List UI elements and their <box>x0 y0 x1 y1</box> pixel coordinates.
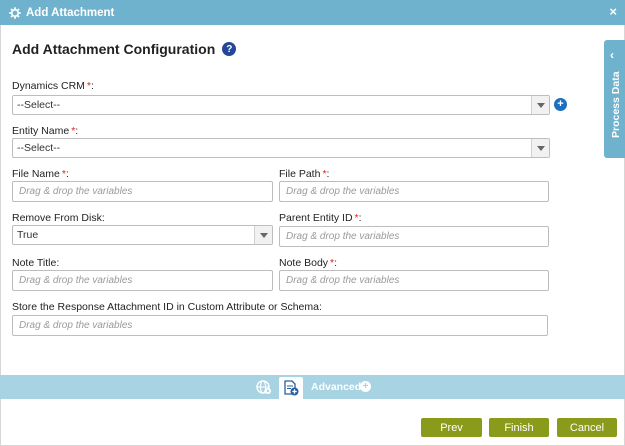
parent-entity-id-label: Parent Entity ID *: <box>279 212 362 224</box>
file-name-input[interactable] <box>12 181 273 202</box>
remove-from-disk-select[interactable]: True <box>12 225 273 245</box>
footer: Prev Finish Cancel <box>0 399 625 446</box>
dynamics-crm-select[interactable]: --Select-- <box>12 95 550 115</box>
note-body-input[interactable] <box>279 270 549 291</box>
help-icon[interactable]: ? <box>222 42 237 56</box>
cancel-button[interactable]: Cancel <box>557 418 617 437</box>
entity-name-select[interactable]: --Select-- <box>12 138 550 158</box>
finish-button[interactable]: Finish <box>489 418 549 437</box>
chevron-down-icon[interactable] <box>531 96 549 114</box>
advanced-bar: Advanced + <box>0 375 625 399</box>
attachment-tab[interactable] <box>279 377 303 399</box>
window-title: Add Attachment <box>26 6 115 19</box>
label-colon: : <box>75 125 79 137</box>
page-title: Add Attachment Configuration ? <box>12 41 237 57</box>
parent-entity-id-label-text: Parent Entity ID <box>279 212 353 224</box>
entity-name-label-text: Entity Name <box>12 125 70 137</box>
label-colon: : <box>91 80 94 92</box>
process-data-tab[interactable]: ‹ Process Data <box>604 40 625 158</box>
process-data-label: Process Data <box>610 71 622 138</box>
label-colon: : <box>65 168 69 180</box>
chevron-down-icon[interactable] <box>531 139 549 157</box>
globe-settings-icon[interactable] <box>256 379 272 395</box>
dynamics-crm-label-text: Dynamics CRM <box>12 80 85 92</box>
add-connection-button[interactable]: + <box>554 98 567 111</box>
file-name-label: File Name *: <box>12 168 69 180</box>
dynamics-crm-label: Dynamics CRM *: <box>12 80 94 92</box>
chevron-left-icon: ‹ <box>610 48 614 62</box>
label-colon: : <box>326 168 330 180</box>
window-titlebar: Add Attachment × <box>0 0 625 25</box>
close-icon[interactable]: × <box>609 5 617 19</box>
gear-icon <box>9 6 21 19</box>
file-path-input[interactable] <box>279 181 549 202</box>
entity-name-label: Entity Name *: <box>12 125 78 137</box>
label-colon: : <box>358 212 362 224</box>
advanced-plus-icon[interactable]: + <box>360 381 371 392</box>
chevron-down-icon[interactable] <box>254 226 272 244</box>
file-path-label: File Path *: <box>279 168 329 180</box>
entity-name-value: --Select-- <box>17 142 61 154</box>
remove-from-disk-label: Remove From Disk: <box>12 212 105 224</box>
document-add-icon <box>284 380 299 396</box>
plus-icon: + <box>557 98 564 110</box>
dynamics-crm-value: --Select-- <box>17 99 61 111</box>
label-colon: : <box>334 257 338 269</box>
parent-entity-id-input[interactable] <box>279 226 549 247</box>
note-title-input[interactable] <box>12 270 273 291</box>
store-response-input[interactable] <box>12 315 548 336</box>
page-title-text: Add Attachment Configuration <box>12 41 216 57</box>
prev-button[interactable]: Prev <box>421 418 482 437</box>
file-name-label-text: File Name <box>12 168 60 180</box>
note-title-label: Note Title: <box>12 257 60 269</box>
file-path-label-text: File Path <box>279 168 321 180</box>
configuration-panel: Add Attachment Configuration ? Dynamics … <box>0 25 625 375</box>
note-body-label-text: Note Body <box>279 257 329 269</box>
remove-from-disk-value: True <box>17 229 39 241</box>
advanced-toggle[interactable]: Advanced <box>311 381 361 393</box>
note-body-label: Note Body *: <box>279 257 337 269</box>
store-response-label: Store the Response Attachment ID in Cust… <box>12 301 322 313</box>
